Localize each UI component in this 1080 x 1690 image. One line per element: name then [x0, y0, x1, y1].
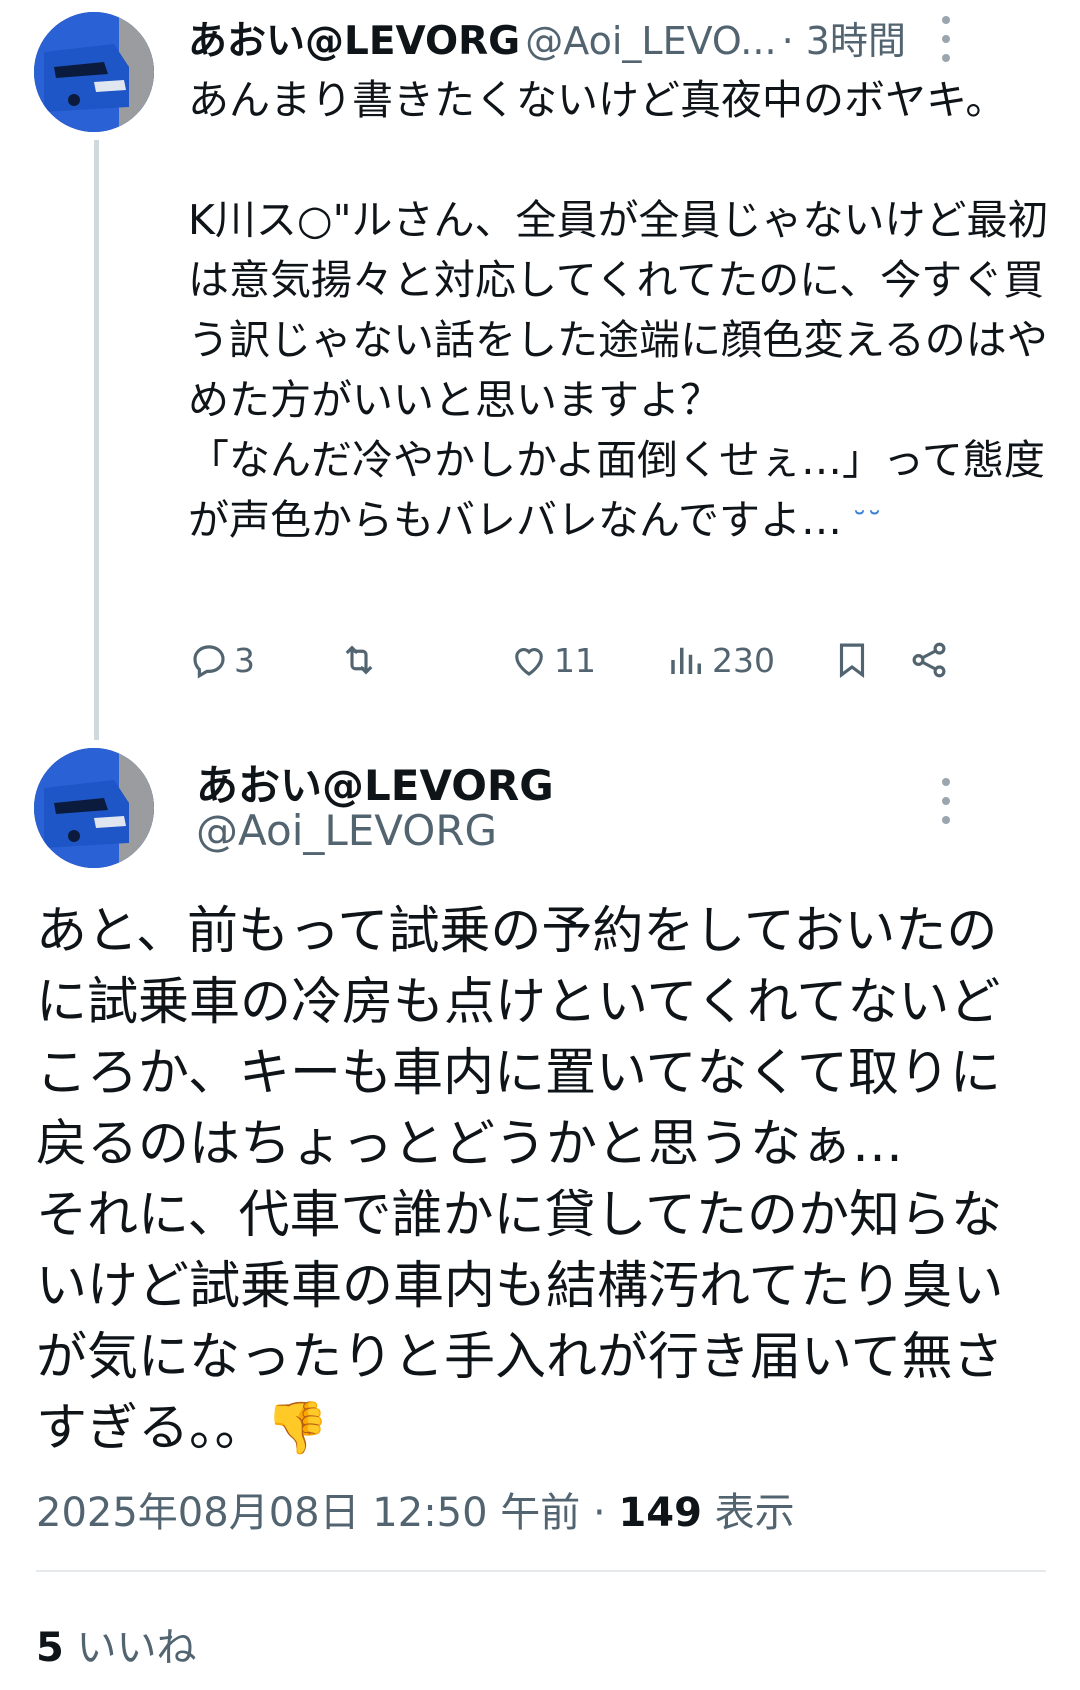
thumbs-down-emoji: 👎: [265, 1399, 330, 1458]
retweet-button[interactable]: [338, 632, 384, 688]
avatar[interactable]: [34, 12, 154, 132]
like-button[interactable]: 11: [508, 632, 596, 688]
avatar[interactable]: [34, 748, 154, 868]
tweet1-header: あおい@LEVORG @Aoi_LEVO... · 3時間: [188, 10, 1058, 70]
likes-count: 5: [36, 1625, 64, 1671]
timestamp[interactable]: 2025年08月08日 12:50 午前: [36, 1490, 580, 1536]
tweet1-text: あんまり書きたくないけど真夜中のボヤキ。 K川ス○"ルさん、全員が全員じゃないけ…: [188, 70, 1068, 555]
tweet-text: あと、前もって試乗の予約をしておいたのに試乗車の冷房も点けといてくれてないどころ…: [36, 902, 1004, 1458]
more-options-icon[interactable]: [940, 778, 952, 824]
bookmark-icon: [839, 643, 865, 679]
reply-button[interactable]: 3: [188, 632, 255, 688]
bookmark-button[interactable]: [831, 632, 877, 688]
divider: [36, 1570, 1046, 1572]
heart-icon: [515, 648, 543, 676]
reply-icon: [193, 645, 225, 679]
likes-label: いいね: [63, 1625, 197, 1671]
views-chart-icon: [671, 647, 701, 674]
share-button[interactable]: [908, 632, 954, 688]
reply-count: 3: [234, 640, 255, 680]
tweet2-text: あと、前もって試乗の予約をしておいたのに試乗車の冷房も点けといてくれてないどころ…: [36, 896, 1046, 1464]
like-count: 11: [554, 640, 596, 680]
retweet-icon: [345, 645, 373, 675]
user-handle[interactable]: @Aoi_LEVORG: [196, 806, 497, 855]
likes-summary[interactable]: 5 いいね: [36, 1615, 197, 1673]
thread-line: [94, 140, 99, 740]
tweet-metadata: 2025年08月08日 12:50 午前 · 149 表示: [36, 1490, 795, 1536]
display-name[interactable]: あおい@LEVORG: [196, 752, 554, 813]
view-count: 149: [618, 1490, 702, 1536]
car-avatar-image: [34, 748, 154, 868]
car-avatar-image: [34, 12, 154, 132]
more-options-icon[interactable]: [940, 16, 952, 62]
display-name[interactable]: あおい@LEVORG: [188, 19, 520, 64]
sweat-emoji: ˘˘: [851, 507, 882, 542]
user-handle[interactable]: @Aoi_LEVO...: [525, 19, 776, 63]
share-icon: [912, 642, 946, 678]
tweet1-actions: 3 11 230: [188, 632, 1058, 688]
views-label: 表示: [701, 1490, 795, 1536]
tweet-text: あんまり書きたくないけど真夜中のボヤキ。 K川ス○"ルさん、全員が全員じゃないけ…: [188, 76, 1049, 544]
views-button[interactable]: 230: [666, 632, 775, 688]
post-time[interactable]: · 3時間: [782, 19, 906, 63]
view-count: 230: [712, 640, 775, 680]
